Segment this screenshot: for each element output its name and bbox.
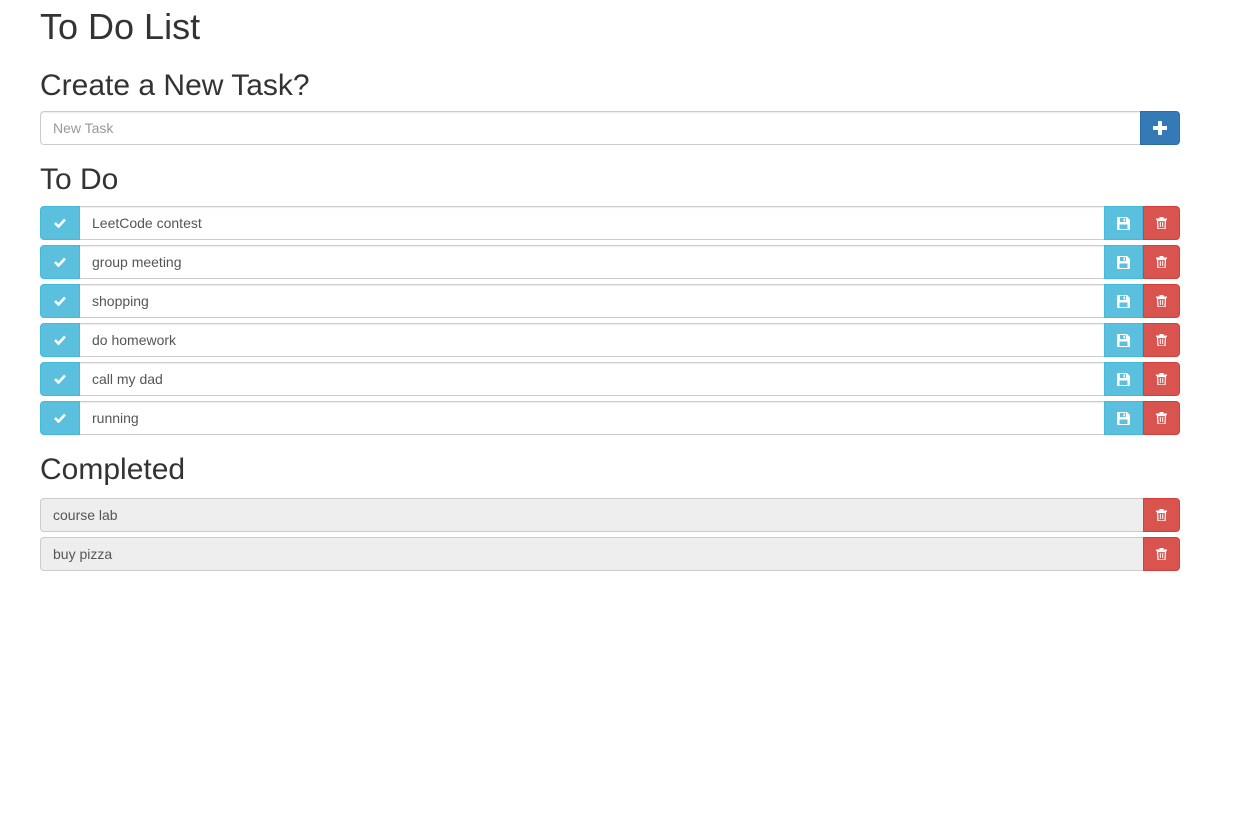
todo-heading: To Do [40,163,119,196]
todo-item: running [40,401,1180,435]
delete-button[interactable] [1143,401,1180,435]
todo-item: do homework [40,323,1180,357]
complete-button[interactable] [40,245,80,279]
delete-button[interactable] [1143,498,1180,532]
check-icon [54,335,66,345]
todo-item: shopping [40,284,1180,318]
complete-button[interactable] [40,323,80,357]
delete-button[interactable] [1143,323,1180,357]
check-icon [54,296,66,306]
todo-item-text[interactable]: do homework [80,323,1104,357]
save-button[interactable] [1104,284,1143,318]
save-button[interactable] [1104,323,1143,357]
complete-button[interactable] [40,284,80,318]
check-icon [54,257,66,267]
trash-icon [1156,256,1167,268]
todo-app: To Do List Create a New Task? To Do Leet… [40,0,1180,576]
save-button[interactable] [1104,401,1143,435]
completed-item: buy pizza [40,537,1180,571]
trash-icon [1156,412,1167,424]
add-task-button[interactable] [1140,111,1180,145]
check-icon [54,413,66,423]
todo-list: LeetCode contest group meeting shopping … [40,206,1180,435]
complete-button[interactable] [40,206,80,240]
todo-item: call my dad [40,362,1180,396]
check-icon [54,218,66,228]
todo-item-text[interactable]: call my dad [80,362,1104,396]
trash-icon [1156,217,1167,229]
trash-icon [1156,295,1167,307]
trash-icon [1156,373,1167,385]
page-title: To Do List [40,6,201,47]
trash-icon [1156,509,1167,521]
todo-item-text[interactable]: shopping [80,284,1104,318]
check-icon [54,374,66,384]
completed-heading: Completed [40,453,186,486]
floppy-disk-icon [1117,294,1130,308]
completed-item-text: course lab [40,498,1143,532]
todo-item-text[interactable]: running [80,401,1104,435]
new-task-group [40,111,1180,145]
floppy-disk-icon [1117,372,1130,386]
floppy-disk-icon [1117,255,1130,269]
floppy-disk-icon [1117,216,1130,230]
delete-button[interactable] [1143,537,1180,571]
create-heading: Create a New Task? [40,69,310,102]
floppy-disk-icon [1117,333,1130,347]
floppy-disk-icon [1117,411,1130,425]
new-task-input[interactable] [40,111,1140,145]
todo-item-text[interactable]: LeetCode contest [80,206,1104,240]
delete-button[interactable] [1143,284,1180,318]
completed-item: course lab [40,498,1180,532]
save-button[interactable] [1104,362,1143,396]
delete-button[interactable] [1143,245,1180,279]
save-button[interactable] [1104,206,1143,240]
trash-icon [1156,548,1167,560]
completed-list: course lab buy pizza [40,498,1180,571]
complete-button[interactable] [40,401,80,435]
completed-item-text: buy pizza [40,537,1143,571]
todo-item-text[interactable]: group meeting [80,245,1104,279]
trash-icon [1156,334,1167,346]
delete-button[interactable] [1143,362,1180,396]
todo-item: group meeting [40,245,1180,279]
plus-icon [1153,121,1167,135]
save-button[interactable] [1104,245,1143,279]
complete-button[interactable] [40,362,80,396]
delete-button[interactable] [1143,206,1180,240]
todo-item: LeetCode contest [40,206,1180,240]
